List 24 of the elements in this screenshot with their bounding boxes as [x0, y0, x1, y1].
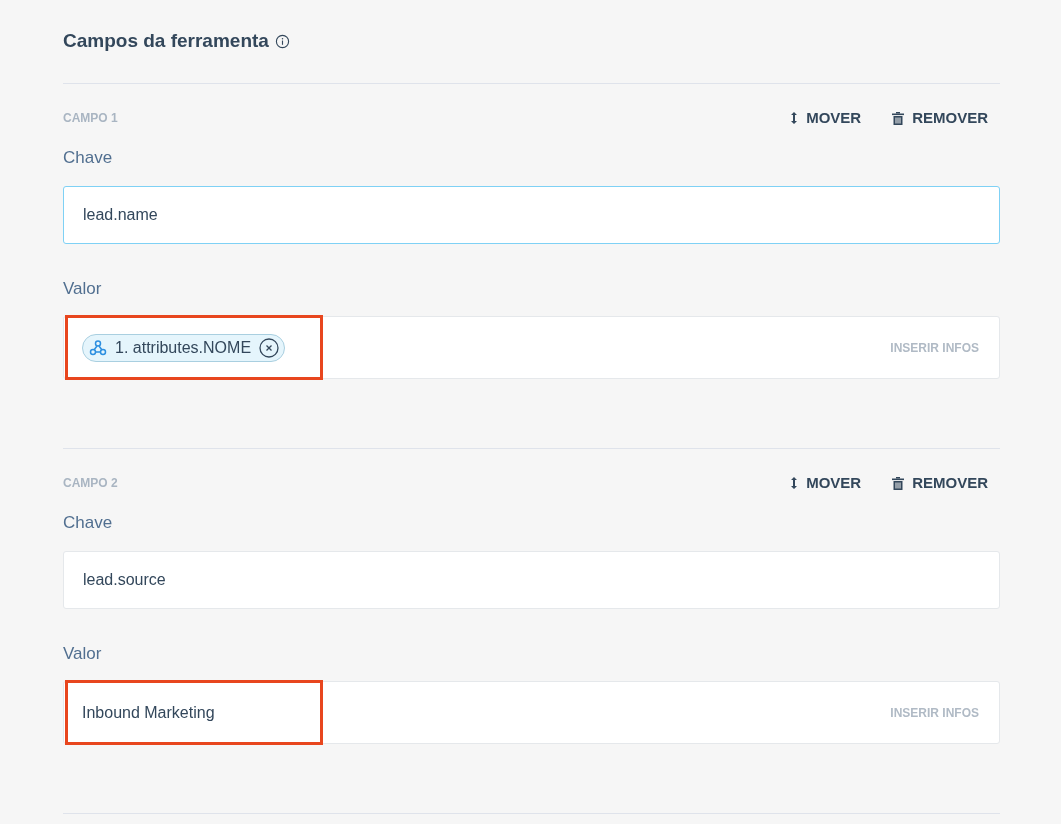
info-icon	[274, 33, 290, 49]
value-label: Valor	[63, 642, 103, 665]
key-input[interactable]: lead.name	[63, 185, 1000, 244]
webhook-icon	[89, 338, 107, 357]
remove-button[interactable]: REMOVER	[892, 471, 988, 495]
remove-button[interactable]: REMOVER	[892, 106, 988, 130]
move-button[interactable]: MOVER	[790, 471, 862, 495]
value-input[interactable]: Inbound Marketing INSERIR INFOS	[63, 681, 1000, 744]
trash-icon	[892, 111, 905, 125]
token-chip[interactable]: 1. attributes.NOME	[82, 333, 286, 362]
field-label: CAMPO 2	[63, 475, 119, 492]
vertical-arrows-icon	[790, 111, 799, 125]
field-label: CAMPO 1	[63, 110, 119, 127]
value-label: Valor	[63, 277, 103, 300]
key-input[interactable]: lead.source	[63, 550, 1000, 609]
trash-icon	[892, 476, 905, 490]
value-input[interactable]: 1. attributes.NOME INSERIR INFOS	[63, 316, 1000, 379]
remove-chip-icon[interactable]	[259, 337, 280, 358]
section-title: Campos da ferramenta	[63, 28, 269, 53]
move-button[interactable]: MOVER	[790, 106, 862, 130]
value-text: Inbound Marketing	[82, 702, 215, 723]
key-label: Chave	[63, 512, 114, 534]
vertical-arrows-icon	[790, 476, 799, 490]
key-label: Chave	[63, 147, 114, 169]
